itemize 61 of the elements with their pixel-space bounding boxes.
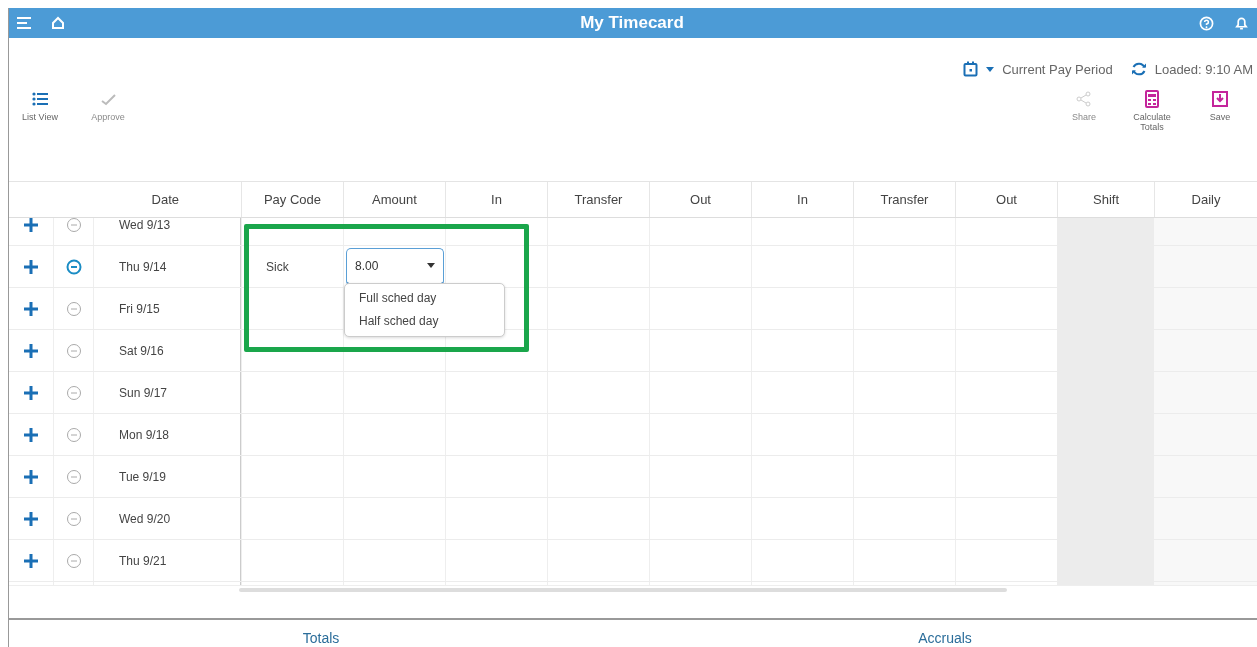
menu-option[interactable]: Full sched day (345, 287, 504, 310)
share-icon (1075, 90, 1093, 109)
remove-icon[interactable] (65, 426, 82, 443)
date-label: Thu 9/14 (119, 259, 167, 274)
caret-icon[interactable] (427, 263, 435, 268)
remove-icon[interactable] (65, 468, 82, 485)
remove-icon[interactable] (65, 510, 82, 527)
column-header[interactable]: Out (649, 182, 751, 217)
remove-icon[interactable] (65, 300, 82, 317)
loaded-time: Loaded: 9:10 AM (1154, 61, 1253, 77)
save-icon (1211, 90, 1229, 109)
add-icon[interactable] (24, 301, 38, 316)
remove-icon[interactable] (65, 384, 82, 401)
window-title: My Timecard (579, 13, 685, 34)
date-label: Tue 9/19 (119, 469, 166, 484)
column-header[interactable]: Transfer (547, 182, 649, 217)
date-label: Mon 9/18 (119, 427, 170, 442)
home-icon[interactable] (51, 16, 65, 31)
add-icon[interactable] (24, 511, 38, 526)
refresh-icon[interactable] (1130, 61, 1147, 78)
date-label: Fri 9/15 (119, 301, 160, 316)
add-icon[interactable] (24, 385, 38, 400)
date-label: Sat 9/16 (119, 343, 164, 358)
calendar-icon[interactable] (963, 61, 979, 78)
remove-icon[interactable] (65, 258, 82, 275)
column-header[interactable]: Daily (1154, 182, 1257, 217)
column-header[interactable]: Out (955, 182, 1057, 217)
date-label: Wed 9/20 (119, 511, 171, 526)
date-label: Wed 9/13 (119, 218, 171, 232)
date-label: Sun 9/17 (119, 385, 168, 400)
column-header[interactable]: Shift (1057, 182, 1154, 217)
add-icon[interactable] (24, 469, 38, 484)
action-button[interactable]: Save (1193, 88, 1247, 125)
add-icon[interactable] (24, 553, 38, 568)
help-icon[interactable] (1199, 15, 1214, 31)
panel-tab[interactable]: Totals (296, 620, 346, 647)
menu-icon[interactable] (17, 17, 31, 30)
add-icon[interactable] (24, 259, 38, 274)
column-header[interactable]: Amount (343, 182, 445, 217)
horizontal-scrollbar[interactable] (239, 588, 1007, 592)
remove-icon[interactable] (65, 218, 82, 233)
add-icon[interactable] (24, 218, 38, 232)
remove-icon[interactable] (65, 552, 82, 569)
remove-icon[interactable] (65, 342, 82, 359)
action-button[interactable]: List View (13, 88, 67, 125)
amount-field[interactable]: 8.00 (346, 247, 444, 286)
column-header[interactable]: In (445, 182, 547, 217)
column-header[interactable]: In (751, 182, 853, 217)
action-button[interactable]: Calculate Totals (1125, 88, 1179, 135)
calculator-icon (1143, 90, 1161, 109)
column-header[interactable]: Date (93, 182, 241, 217)
pay-period-selector[interactable]: Current Pay Period (1002, 61, 1113, 77)
add-icon[interactable] (24, 427, 38, 442)
column-header[interactable]: Transfer (853, 182, 955, 217)
bell-icon[interactable] (1234, 15, 1249, 32)
menu-option[interactable]: Half sched day (345, 310, 504, 333)
pay-code: Sick (266, 259, 289, 274)
date-label: Thu 9/21 (119, 553, 167, 568)
add-icon[interactable] (24, 343, 38, 358)
panel-tab[interactable]: Accruals (912, 620, 978, 647)
column-header[interactable]: Pay Code (241, 182, 343, 217)
